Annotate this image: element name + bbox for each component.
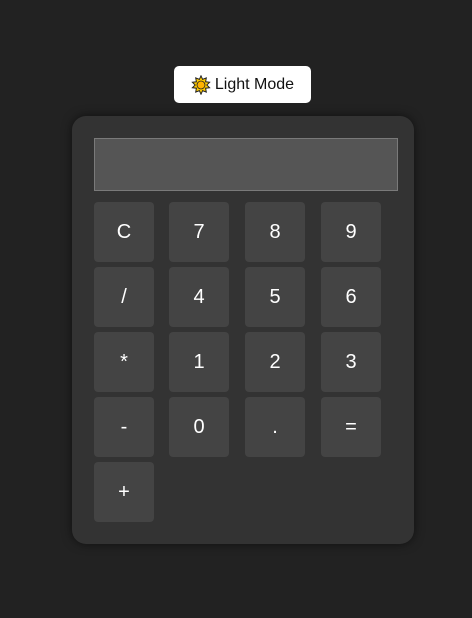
digit-0-button[interactable]: 0 bbox=[169, 397, 229, 457]
calculator: C 7 8 9 / 4 5 6 * 1 2 3 - 0 . = + bbox=[72, 116, 414, 544]
digit-4-button[interactable]: 4 bbox=[169, 267, 229, 327]
digit-3-button[interactable]: 3 bbox=[321, 332, 381, 392]
theme-toggle-button[interactable]: Light Mode bbox=[174, 66, 311, 103]
digit-5-button[interactable]: 5 bbox=[245, 267, 305, 327]
theme-toggle-label: Light Mode bbox=[214, 75, 295, 93]
digit-7-button[interactable]: 7 bbox=[169, 202, 229, 262]
add-button[interactable]: + bbox=[94, 462, 154, 522]
sun-icon bbox=[191, 74, 211, 95]
decimal-button[interactable]: . bbox=[245, 397, 305, 457]
multiply-button[interactable]: * bbox=[94, 332, 154, 392]
digit-8-button[interactable]: 8 bbox=[245, 202, 305, 262]
divide-button[interactable]: / bbox=[94, 267, 154, 327]
digit-2-button[interactable]: 2 bbox=[245, 332, 305, 392]
calculator-display[interactable] bbox=[94, 138, 398, 191]
digit-6-button[interactable]: 6 bbox=[321, 267, 381, 327]
digit-9-button[interactable]: 9 bbox=[321, 202, 381, 262]
digit-1-button[interactable]: 1 bbox=[169, 332, 229, 392]
subtract-button[interactable]: - bbox=[94, 397, 154, 457]
equals-button[interactable]: = bbox=[321, 397, 381, 457]
clear-button[interactable]: C bbox=[94, 202, 154, 262]
